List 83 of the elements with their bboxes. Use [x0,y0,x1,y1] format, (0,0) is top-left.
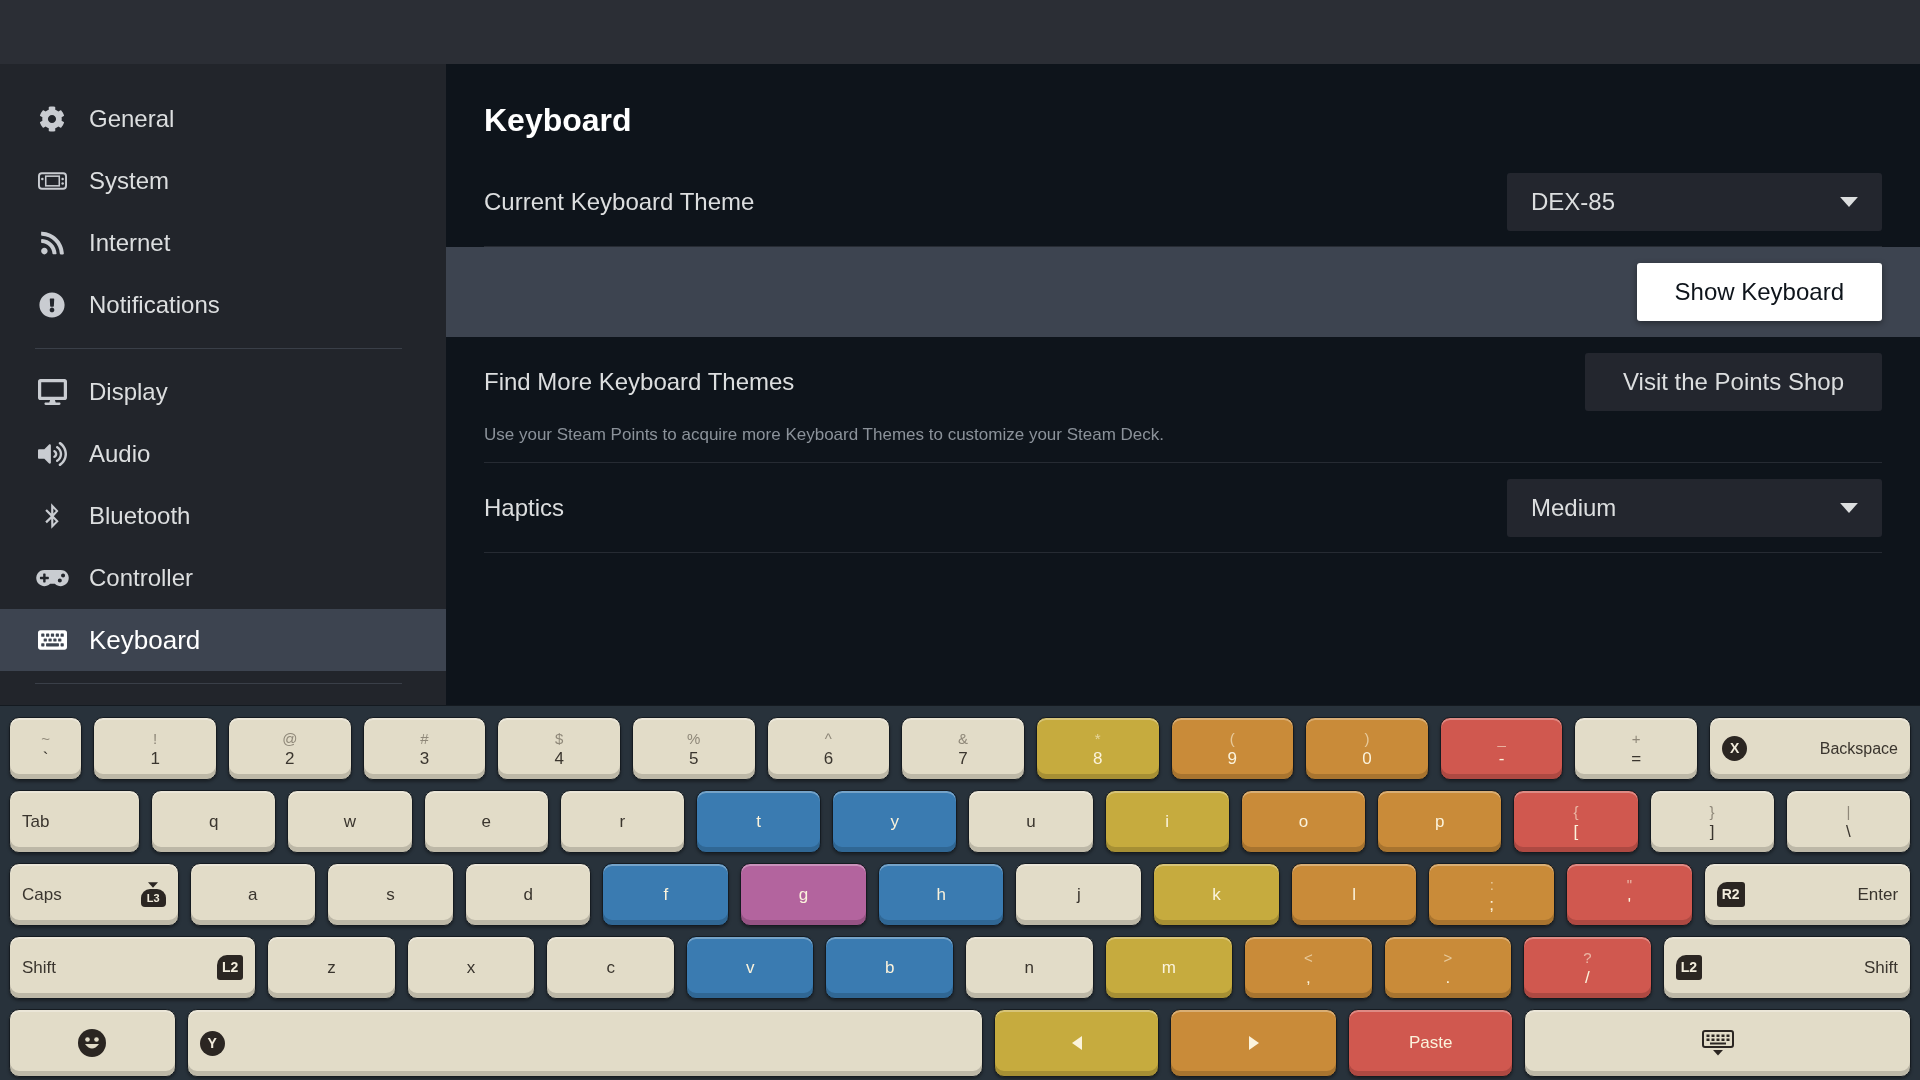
controller-button-glyph: X [1722,736,1748,761]
keycap[interactable]: t [696,790,822,853]
keycap[interactable]: g [740,863,867,926]
keycap[interactable]: | \ [1785,790,1911,853]
keycap[interactable]: d [464,863,592,926]
caret-down-icon [1840,197,1858,207]
keycap[interactable] [993,1009,1160,1077]
keycap[interactable]: X Backspace [1709,717,1911,780]
keycap[interactable]: & 7 [901,717,1025,780]
sidebar-item[interactable]: General [0,88,446,150]
keycap[interactable]: + = [1574,717,1699,780]
keycap[interactable]: } ] [1649,790,1775,853]
keycap[interactable]: ? / [1523,936,1652,999]
keycap[interactable] [1524,1009,1911,1077]
page-title: Keyboard [484,101,633,140]
keycap[interactable]: $ 4 [497,717,621,780]
setting-label: Current Keyboard Theme [484,187,755,217]
keycap[interactable]: z [267,936,396,999]
keycap[interactable]: Tab [9,790,141,853]
keycap[interactable]: a [189,863,317,926]
trigger-glyph: L2 [1675,955,1702,980]
keycap[interactable]: j [1015,863,1143,926]
dropdown[interactable]: Medium [1507,479,1882,537]
sidebar-item[interactable]: Audio [0,423,446,485]
keycap[interactable]: c [546,936,675,999]
keycap[interactable]: Caps L3 [9,863,179,926]
sidebar-item[interactable]: Internet [0,212,446,274]
sidebar-item[interactable]: Controller [0,547,446,609]
setting-label: Haptics [484,493,565,523]
caret-right-icon [1248,1036,1259,1050]
keycap[interactable]: b [825,936,954,999]
keycap[interactable]: f [602,863,730,926]
controller-button-glyph: Y [199,1030,225,1056]
keycap[interactable]: y [832,790,958,853]
trigger-glyph: R2 [1716,882,1745,907]
sidebar-item[interactable]: Notifications [0,274,446,336]
keycap[interactable]: ! 1 [93,717,217,780]
speaker-icon [37,441,67,467]
keycap[interactable]: u [968,790,1094,853]
keycap[interactable]: ^ 6 [766,717,891,780]
setting-label: Find More Keyboard Themes [484,367,795,397]
keycap[interactable]: ~ ` [9,717,83,780]
sidebar-item[interactable]: System [0,150,446,212]
keycap[interactable]: q [151,790,277,853]
keycap[interactable]: # 3 [362,717,487,780]
bluetooth-icon [44,503,60,529]
keycap[interactable]: " ' [1566,863,1693,926]
keycap[interactable]: { [ [1513,790,1639,853]
keycap[interactable] [1170,1009,1337,1077]
keycap[interactable]: w [287,790,413,853]
handheld-console-icon [37,172,67,190]
caret-left-icon [1071,1036,1082,1050]
action-button[interactable]: Show Keyboard [1636,263,1882,321]
trigger-glyph: L2 [216,955,244,980]
keycap[interactable]: Paste [1347,1009,1514,1077]
keycap[interactable]: % 5 [631,717,756,780]
keycap[interactable]: _ - [1439,717,1564,780]
keycap[interactable]: @ 2 [228,717,352,780]
sidebar-item[interactable]: Display [0,361,446,423]
setting-description: Use your Steam Points to acquire more Keyboard Themes to customize your Steam Deck. [484,424,1165,446]
sidebar-item[interactable]: Keyboard [0,609,446,671]
keycap[interactable]: Shift L2 [9,936,257,999]
keycap[interactable]: R2 Enter [1703,863,1912,926]
rss-icon [40,230,64,256]
keycap[interactable]: v [685,936,815,999]
keycap[interactable]: Y [186,1009,983,1077]
monitor-icon [37,379,67,405]
sidebar-item[interactable]: Bluetooth [0,485,446,547]
keycap[interactable]: L2 Shift [1662,936,1911,999]
keycap[interactable]: s [327,863,454,926]
dropdown[interactable]: DEX-85 [1507,173,1882,231]
keycap[interactable]: h [877,863,1005,926]
gear-icon [39,106,65,132]
keycap[interactable]: x [406,936,536,999]
smiley-icon [78,1029,107,1057]
keycap[interactable]: n [964,936,1094,999]
keycap[interactable]: e [423,790,549,853]
caret-down-icon [1840,503,1858,513]
keyboard-down-icon [1701,1030,1734,1056]
keycap[interactable]: r [559,790,685,853]
keyboard-icon [37,627,67,653]
keycap[interactable] [9,1009,176,1077]
action-button[interactable]: Visit the Points Shop [1584,353,1882,411]
